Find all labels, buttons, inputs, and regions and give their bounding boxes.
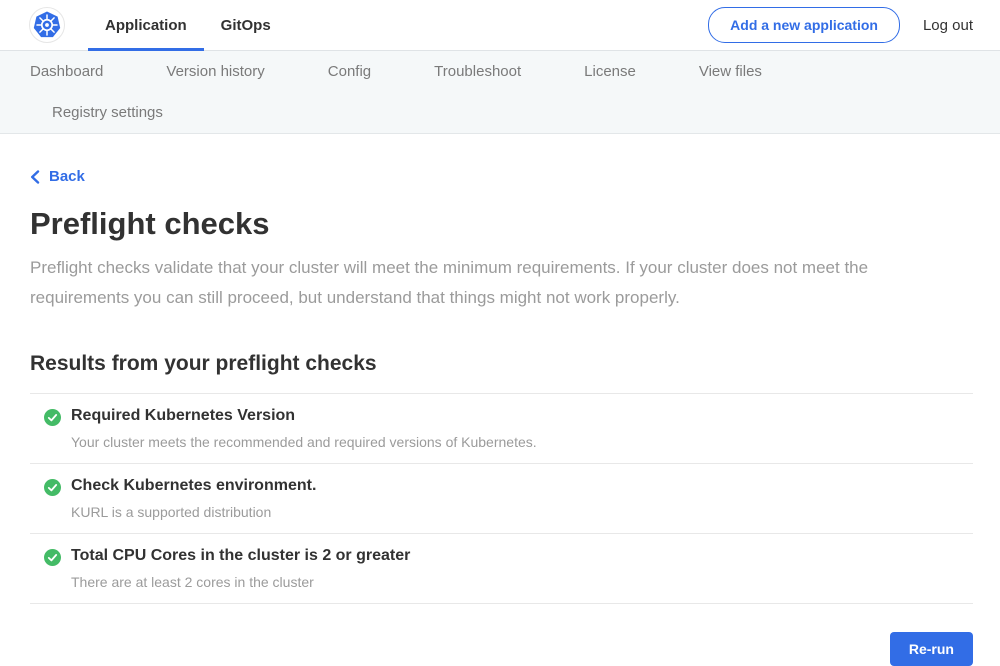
header-tabs: Application GitOps (88, 0, 288, 51)
check-circle-icon (44, 409, 61, 426)
preflight-check-row: Check Kubernetes environment. KURL is a … (30, 464, 973, 534)
check-title: Required Kubernetes Version (71, 407, 537, 425)
page-title: Preflight checks (30, 206, 973, 242)
main-content: Back Preflight checks Preflight checks v… (0, 134, 1000, 666)
check-circle-icon (44, 549, 61, 566)
logout-link[interactable]: Log out (923, 17, 973, 34)
subnav-item-registry-settings[interactable]: Registry settings (52, 104, 163, 121)
add-new-application-button[interactable]: Add a new application (708, 7, 900, 43)
subnav-item-version-history[interactable]: Version history (166, 63, 264, 80)
subnav-item-view-files[interactable]: View files (699, 63, 762, 80)
rerun-button[interactable]: Re-run (890, 632, 973, 666)
subnav-row-2: Registry settings (30, 92, 970, 133)
check-content: Required Kubernetes Version Your cluster… (71, 407, 537, 450)
tab-application[interactable]: Application (88, 0, 204, 51)
header-right: Add a new application Log out (708, 7, 973, 43)
kubernetes-logo-icon (29, 7, 65, 43)
app-subnav: Dashboard Version history Config Trouble… (0, 51, 1000, 134)
check-message: Your cluster meets the recommended and r… (71, 434, 537, 450)
subnav-item-troubleshoot[interactable]: Troubleshoot (434, 63, 521, 80)
check-content: Check Kubernetes environment. KURL is a … (71, 477, 316, 520)
footer-actions: Re-run (30, 632, 973, 666)
check-message: KURL is a supported distribution (71, 504, 316, 520)
check-circle-icon (44, 479, 61, 496)
kubernetes-logo[interactable] (28, 6, 66, 44)
preflight-results-list: Required Kubernetes Version Your cluster… (30, 393, 973, 604)
subnav-item-license[interactable]: License (584, 63, 636, 80)
check-title: Total CPU Cores in the cluster is 2 or g… (71, 547, 410, 565)
check-content: Total CPU Cores in the cluster is 2 or g… (71, 547, 410, 590)
preflight-check-row: Required Kubernetes Version Your cluster… (30, 394, 973, 464)
subnav-item-config[interactable]: Config (328, 63, 371, 80)
check-message: There are at least 2 cores in the cluste… (71, 574, 410, 590)
check-title: Check Kubernetes environment. (71, 477, 316, 495)
top-header: Application GitOps Add a new application… (0, 0, 1000, 51)
page-description: Preflight checks validate that your clus… (30, 253, 945, 313)
results-heading: Results from your preflight checks (30, 352, 973, 376)
tab-gitops[interactable]: GitOps (204, 0, 288, 51)
subnav-row-1: Dashboard Version history Config Trouble… (30, 51, 970, 92)
preflight-check-row: Total CPU Cores in the cluster is 2 or g… (30, 534, 973, 604)
back-link[interactable]: Back (30, 168, 85, 185)
back-link-label: Back (49, 168, 85, 185)
chevron-left-icon (30, 170, 40, 184)
subnav-item-dashboard[interactable]: Dashboard (30, 63, 103, 80)
